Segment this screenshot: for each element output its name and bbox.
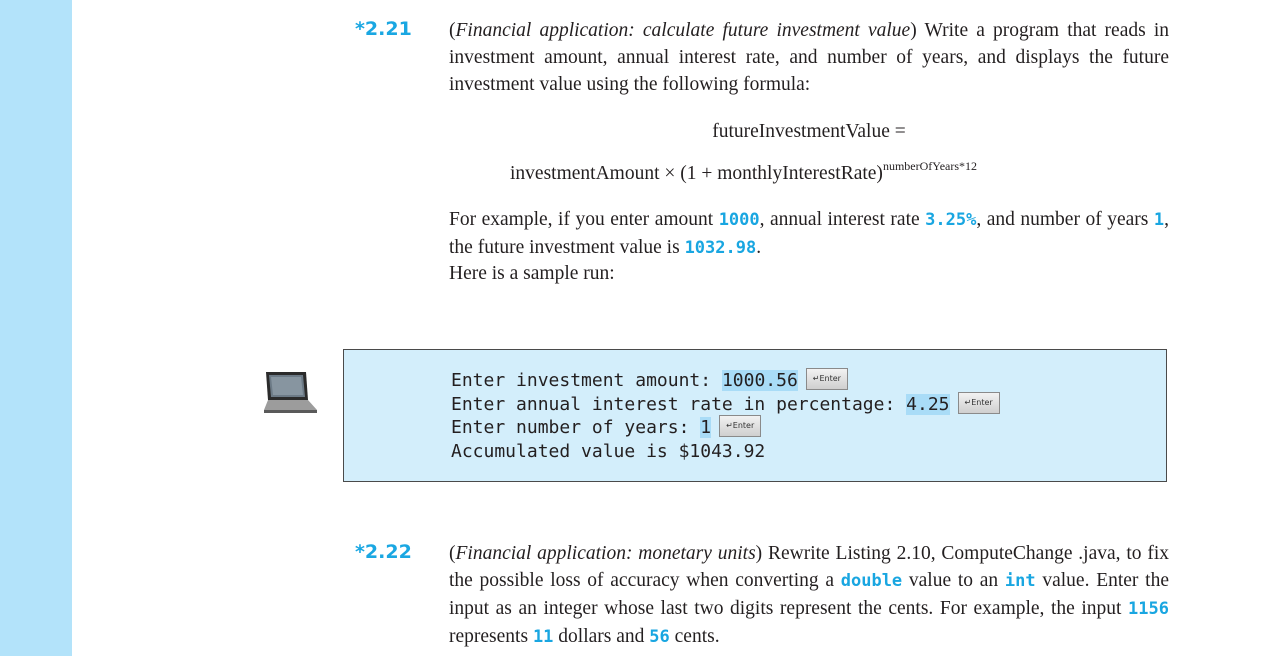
formula-lhs: futureInvestmentValue = bbox=[712, 121, 906, 142]
console-line-2: Enter annual interest rate in percentage… bbox=[451, 391, 1000, 417]
code-11: 11 bbox=[532, 627, 554, 647]
ex222-text-2: value to an bbox=[902, 570, 1005, 591]
exercise-2-21-title: Financial application: calculate future … bbox=[455, 20, 911, 41]
laptop-icon bbox=[262, 370, 318, 421]
sample-run-console: Enter investment amount: 1000.56 ↵Enter En… bbox=[343, 349, 1167, 482]
console-line-3: Enter number of years: 1 ↵Enter bbox=[451, 415, 1000, 440]
example-text-e: . bbox=[756, 237, 762, 258]
console-prompt-rate: Enter annual interest rate in percentage… bbox=[451, 393, 907, 415]
example-result: 1032.98 bbox=[684, 238, 757, 258]
example-text-b: , annual interest rate bbox=[759, 209, 926, 230]
margin-sidebar bbox=[0, 0, 72, 656]
code-1156: 1156 bbox=[1128, 599, 1169, 619]
console-input-rate: 4.25 bbox=[906, 393, 950, 415]
formula-rhs-base: investmentAmount × (1 + monthlyInterestR… bbox=[510, 163, 883, 184]
enter-key-icon: ↵Enter bbox=[805, 368, 848, 390]
example-years: 1 bbox=[1153, 210, 1165, 230]
formula-exponent: numberOfYears*12 bbox=[882, 159, 978, 173]
code-56: 56 bbox=[649, 627, 670, 647]
example-text-a: For example, if you enter amount bbox=[449, 209, 719, 230]
ex222-text-5: dollars and bbox=[553, 626, 650, 647]
example-amount: 1000 bbox=[718, 210, 760, 230]
formula-rhs: investmentAmount × (1 + monthlyInterestR… bbox=[510, 159, 977, 185]
console-prompt-amount: Enter investment amount: bbox=[451, 370, 722, 391]
sample-run-label: Here is a sample run: bbox=[449, 263, 615, 284]
console-line-1: Enter investment amount: 1000.56 ↵Enter bbox=[451, 368, 1000, 393]
code-double: double bbox=[840, 571, 903, 591]
exercise-2-22-description: (Financial application: monetary units) … bbox=[449, 543, 1169, 647]
ex222-text-6: cents. bbox=[669, 626, 720, 647]
enter-key-icon: ↵Enter bbox=[957, 391, 1000, 414]
exercise-2-21-description: (Financial application: calculate future… bbox=[449, 20, 1169, 95]
enter-key-icon: ↵Enter bbox=[719, 415, 762, 437]
example-paragraph: For example, if you enter amount 1000, a… bbox=[449, 206, 1169, 262]
console-prompt-years: Enter number of years: bbox=[451, 417, 701, 438]
example-rate: 3.25% bbox=[925, 210, 977, 230]
exercise-number-2-22: *2.22 bbox=[355, 541, 412, 563]
code-int: int bbox=[1004, 571, 1036, 591]
example-text-c: , and number of years bbox=[976, 209, 1154, 230]
exercise-number-2-21: *2.21 bbox=[355, 18, 412, 40]
exercise-2-22-title: Financial application: monetary units bbox=[455, 543, 756, 564]
console-input-amount: 1000.56 bbox=[721, 370, 798, 391]
ex222-text-4: represents bbox=[449, 626, 533, 647]
console-line-4: Accumulated value is $1043.92 bbox=[451, 440, 766, 462]
console-input-years: 1 bbox=[700, 417, 712, 438]
console-lines: Enter investment amount: 1000.56 ↵Enter En… bbox=[451, 368, 1000, 463]
